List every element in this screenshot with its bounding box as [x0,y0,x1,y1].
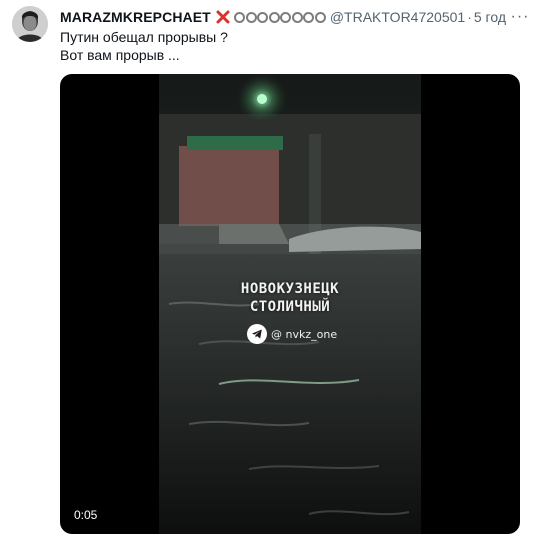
name-emoji [215,9,326,25]
avatar[interactable] [12,6,48,42]
ring-icon [291,11,303,23]
tweet-text: Путин обещал прорывы ? Вот вам прорыв ..… [60,28,520,64]
user-handle[interactable]: @TRAKTOR4720501 [330,9,465,25]
video-duration: 0:05 [74,508,98,522]
video-watermark: НОВОКУЗНЕЦК СТОЛИЧНЫЙ [159,280,421,316]
tweet-text-line: Путин обещал прорывы ? [60,29,228,45]
tweet[interactable]: MARAZMKREPCHAET @TRAKTOR4720501 · 5 год … [0,0,541,540]
ring-icon [268,11,280,23]
cross-mark-icon [216,10,230,24]
ring-icon [234,11,246,23]
ring-icon [303,11,315,23]
channel-tag: @ nvkz_one [247,322,337,346]
ring-icon [314,11,326,23]
tweet-text-line: Вот вам прорыв ... [60,47,180,63]
tweet-header: MARAZMKREPCHAET @TRAKTOR4720501 · 5 год … [60,6,531,28]
display-name[interactable]: MARAZMKREPCHAET [60,9,211,25]
watermark-line: НОВОКУЗНЕЦК [240,281,340,297]
more-options-icon[interactable]: ··· [509,6,531,28]
separator-dot: · [467,9,472,25]
ring-icon [280,11,292,23]
ring-icon [257,11,269,23]
video-frame: НОВОКУЗНЕЦК СТОЛИЧНЫЙ @ nvkz_one [159,74,421,534]
video-player[interactable]: НОВОКУЗНЕЦК СТОЛИЧНЫЙ @ nvkz_one 0:05 [60,74,520,534]
channel-handle: @ nvkz_one [271,327,338,341]
ring-icon [245,11,257,23]
telegram-icon [247,324,267,344]
timestamp[interactable]: 5 год [474,9,506,25]
watermark-line: СТОЛИЧНЫЙ [249,299,331,315]
